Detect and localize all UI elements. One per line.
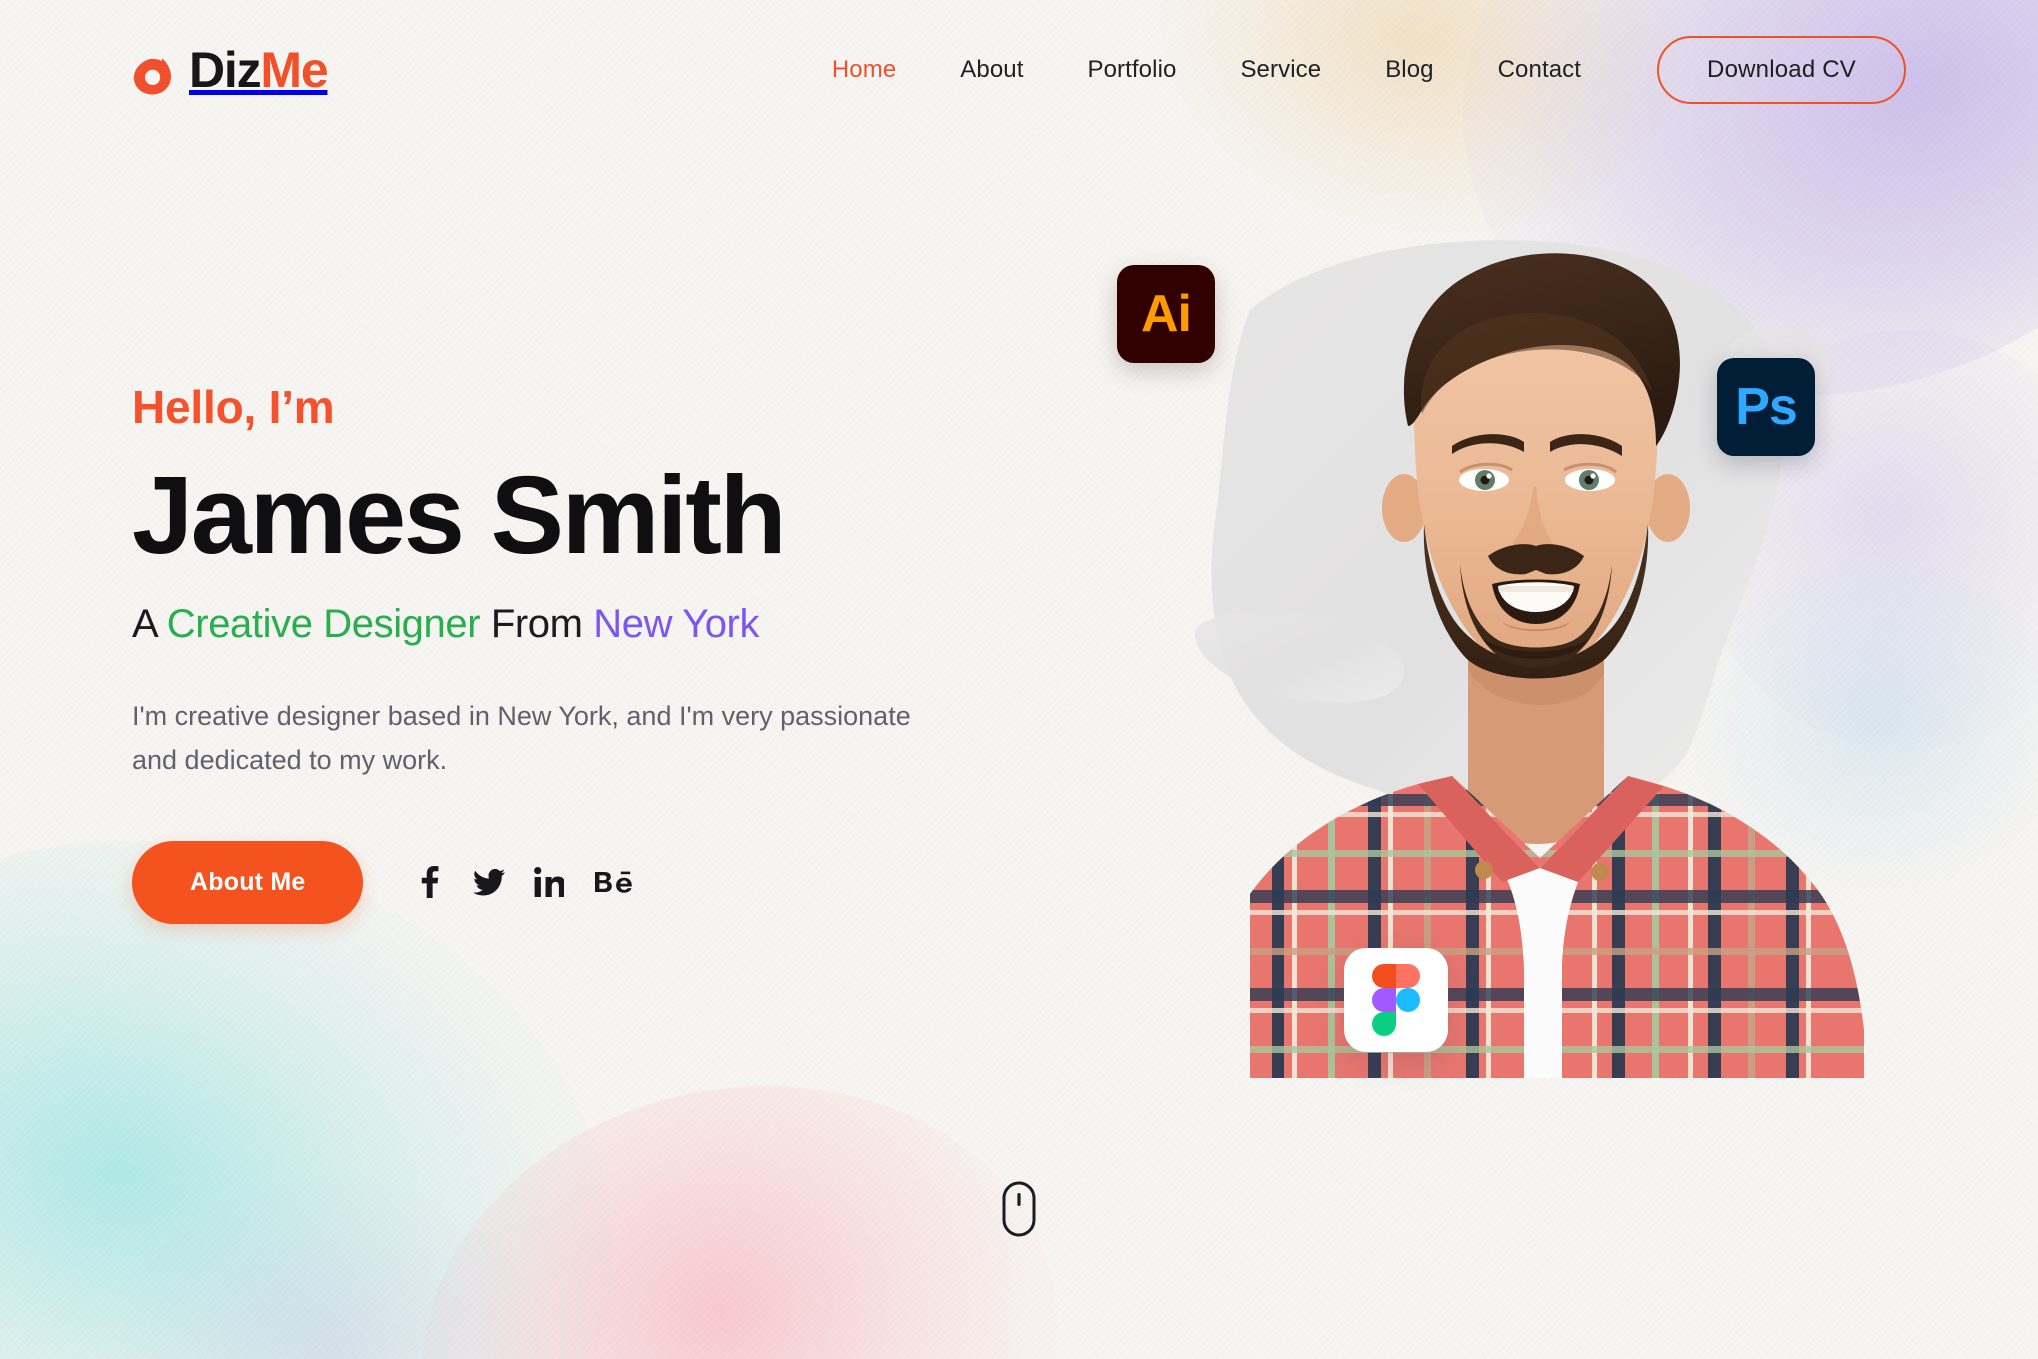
figma-icon[interactable] [1344, 948, 1448, 1052]
hero-greeting: Hello, I’m [132, 381, 335, 433]
nav-item-contact[interactable]: Contact [1466, 56, 1613, 84]
hero-name: James Smith [132, 454, 787, 577]
facebook-icon[interactable] [413, 866, 445, 899]
brand-logo[interactable]: DizMe [132, 42, 329, 98]
droplet-logo-icon [133, 46, 171, 95]
brand-name-part1: Diz [189, 42, 262, 98]
nav-item-home[interactable]: Home [800, 56, 928, 84]
social-links [413, 866, 633, 899]
tagline-middle: From [480, 602, 594, 647]
portrait-illustration [1250, 253, 1864, 1078]
nav-item-blog[interactable]: Blog [1353, 56, 1465, 84]
twitter-icon[interactable] [473, 866, 506, 898]
nav-item-portfolio[interactable]: Portfolio [1056, 56, 1209, 84]
brand-name-part2: Me [260, 42, 328, 98]
linkedin-icon[interactable] [533, 866, 565, 898]
brand-name: DizMe [189, 42, 329, 98]
site-header: DizMe Home About Portfolio Service Blog … [0, 0, 2038, 140]
landing-page: DizMe Home About Portfolio Service Blog … [0, 0, 2038, 1359]
hero-description: I'm creative designer based in New York,… [132, 701, 911, 775]
mouse-scroll-icon[interactable] [1002, 1181, 1036, 1237]
watercolor-wash-pink [372, 1028, 1108, 1359]
download-cv-button[interactable]: Download CV [1657, 36, 1906, 104]
portrait-photo [1122, 178, 1942, 1118]
adobe-illustrator-label: Ai [1141, 285, 1192, 343]
hero-tagline: A Creative Designer From New York [132, 602, 1032, 647]
nav-item-service[interactable]: Service [1208, 56, 1353, 84]
adobe-illustrator-icon[interactable]: Ai [1117, 265, 1215, 363]
main-navigation: Home About Portfolio Service Blog Contac… [800, 36, 1906, 104]
hero-content: Hello, I’m James Smith A Creative Design… [132, 380, 1032, 924]
tagline-role: Creative Designer [166, 602, 481, 647]
hero-actions: About Me [132, 840, 1032, 924]
behance-icon[interactable] [593, 866, 633, 898]
watercolor-wash-lilac [120, 1179, 540, 1359]
figma-logo-glyph [1372, 964, 1420, 1036]
nav-item-about[interactable]: About [928, 56, 1055, 84]
hero-portrait-area [1122, 178, 1942, 1118]
tagline-place: New York [593, 602, 760, 647]
tagline-prefix: A [132, 602, 167, 647]
adobe-photoshop-icon[interactable]: Ps [1717, 358, 1815, 456]
about-me-button[interactable]: About Me [132, 840, 364, 924]
adobe-photoshop-label: Ps [1735, 378, 1798, 436]
